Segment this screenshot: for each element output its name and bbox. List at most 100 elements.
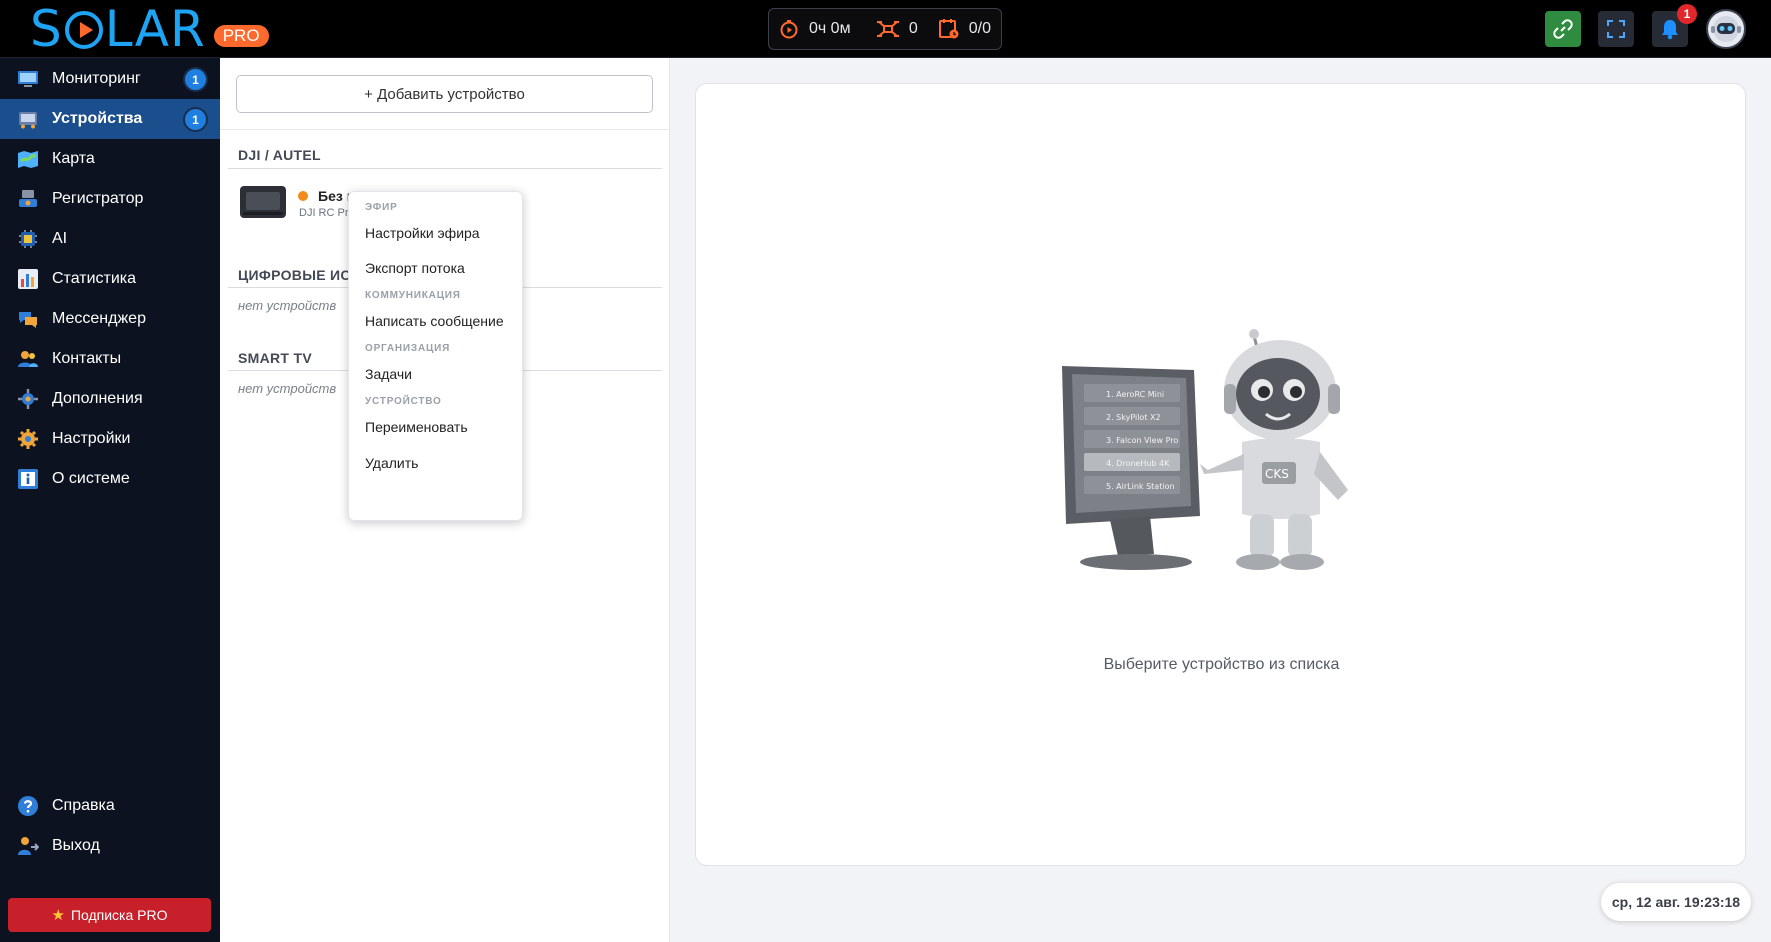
sidebar-item-about[interactable]: О системе	[0, 459, 220, 499]
sidebar-item-settings[interactable]: Настройки	[0, 419, 220, 459]
sidebar-item-label: Мессенджер	[52, 310, 146, 327]
stat-tasks: 0/0	[938, 18, 991, 40]
bell-icon	[1662, 20, 1678, 40]
sidebar-item-label: Контакты	[52, 350, 122, 367]
sidebar-item-monitoring[interactable]: Мониторинг 1	[0, 59, 220, 99]
empty-smarttv: нет устройств	[238, 381, 337, 396]
menu-item-tasks[interactable]: Задачи	[365, 366, 412, 382]
ai-chip-icon	[19, 230, 37, 248]
stats-chart-icon	[18, 269, 38, 289]
sidebar: Мониторинг 1 Устройства 1 Карта Регистра…	[0, 58, 220, 942]
subscribe-pro-button[interactable]: ★ Подписка PRO	[8, 898, 211, 932]
menu-item-send-message[interactable]: Написать сообщение	[365, 313, 504, 329]
app-logo[interactable]: S LAR PRO	[30, 0, 269, 58]
sidebar-item-label: Устройства	[52, 110, 143, 127]
menu-item-delete[interactable]: Удалить	[365, 455, 418, 471]
drone-icon	[876, 21, 899, 37]
illu-list-item-3: 3. Falcon View Pro	[1106, 436, 1178, 445]
sidebar-item-label: AI	[52, 230, 68, 247]
device-model: DJI RC Pr	[299, 207, 349, 219]
divider	[220, 129, 670, 130]
stat-tasks-value: 0/0	[968, 20, 991, 37]
device-context-menu: ЭФИР Настройки эфира Экспорт потока КОММ…	[348, 191, 523, 521]
sidebar-item-label: Дополнения	[52, 390, 143, 407]
calendar-clock-icon	[938, 19, 959, 39]
robot-avatar-icon	[1711, 16, 1741, 42]
illu-list-item-2: 2. SkyPilot X2	[1106, 413, 1161, 422]
subscribe-pro-label: Подписка PRO	[70, 907, 168, 923]
logo-pro-badge: PRO	[213, 25, 269, 47]
sidebar-item-map[interactable]: Карта	[0, 139, 220, 179]
session-stats: 0ч 0м 0 0/0	[768, 8, 1002, 50]
menu-section-broadcast: ЭФИР	[365, 202, 398, 213]
contacts-icon	[18, 351, 38, 367]
menu-section-communication: КОММУНИКАЦИЯ	[365, 290, 461, 301]
main-area: 1. AeroRC Mini 2. SkyPilot X2 3. Falcon …	[670, 58, 1771, 942]
sidebar-item-addons[interactable]: Дополнения	[0, 379, 220, 419]
logo-play-icon	[64, 11, 103, 49]
sidebar-item-recorder[interactable]: Регистратор	[0, 179, 220, 219]
current-datetime: ср, 12 авг. 19:23:18	[1601, 883, 1751, 921]
devices-icon	[19, 112, 37, 129]
sidebar-item-label: Выход	[52, 837, 100, 854]
menu-item-rename[interactable]: Переименовать	[365, 419, 468, 435]
menu-item-broadcast-settings[interactable]: Настройки эфира	[365, 225, 480, 241]
sidebar-item-devices[interactable]: Устройства 1	[0, 99, 220, 139]
status-dot	[298, 191, 308, 201]
add-device-button[interactable]: + Добавить устройство	[236, 75, 653, 113]
illu-list-item-4: 4. DroneHub 4K	[1106, 459, 1170, 468]
logout-icon	[18, 837, 39, 855]
top-bar: S LAR PRO 0ч 0м 0 0/0 1	[0, 0, 1771, 58]
menu-section-device: УСТРОЙСТВО	[365, 396, 442, 407]
sidebar-item-label: Статистика	[52, 270, 137, 287]
illu-list-item-5: 5. AirLink Station	[1106, 482, 1175, 491]
group-title-smarttv: SMART TV	[238, 350, 312, 366]
stat-timer: 0ч 0м	[779, 19, 877, 39]
group-title-digital: ЦИФРОВЫЕ ИСТ	[238, 267, 360, 283]
select-device-placeholder: Выберите устройство из списка	[1103, 656, 1340, 673]
help-icon	[18, 796, 38, 816]
share-link-button[interactable]	[1545, 11, 1581, 47]
robot-chest-label: CKS	[1265, 467, 1289, 481]
monitor-icon	[18, 71, 38, 87]
fullscreen-button[interactable]	[1598, 11, 1634, 47]
settings-gear-icon	[18, 429, 38, 449]
group-title-dji: DJI / AUTEL	[238, 147, 321, 163]
fullscreen-icon	[1607, 20, 1625, 38]
sidebar-item-label: Справка	[52, 797, 115, 814]
sidebar-item-label: Настройки	[52, 430, 131, 447]
menu-section-organization: ОРГАНИЗАЦИЯ	[365, 343, 451, 354]
sidebar-badge-monitoring: 1	[185, 69, 206, 90]
notifications-badge: 1	[1677, 4, 1697, 24]
sidebar-item-label: Мониторинг	[52, 70, 141, 87]
sidebar-item-logout[interactable]: Выход	[0, 826, 220, 866]
sidebar-item-label: О системе	[52, 470, 130, 487]
addons-icon	[18, 389, 38, 409]
timer-icon	[780, 20, 798, 39]
stat-drones: 0	[876, 19, 939, 39]
stat-timer-value: 0ч 0м	[809, 20, 851, 37]
sidebar-item-label: Карта	[52, 150, 95, 167]
stat-drones-value: 0	[908, 20, 918, 37]
rc-controller-icon	[240, 186, 286, 218]
sidebar-item-contacts[interactable]: Контакты	[0, 339, 220, 379]
sidebar-item-label: Регистратор	[52, 190, 144, 207]
link-icon	[1553, 19, 1573, 39]
sidebar-item-ai[interactable]: AI	[0, 219, 220, 259]
illu-list-item-1: 1. AeroRC Mini	[1106, 390, 1164, 399]
map-icon	[18, 151, 38, 168]
star-icon: ★	[51, 907, 65, 924]
logo-text: S LAR	[30, 0, 206, 58]
user-avatar[interactable]	[1706, 9, 1746, 49]
info-icon	[18, 469, 38, 489]
recorder-icon	[19, 190, 37, 207]
empty-digital: нет устройств	[238, 298, 337, 313]
sidebar-item-statistics[interactable]: Статистика	[0, 259, 220, 299]
sidebar-item-messenger[interactable]: Мессенджер	[0, 299, 220, 339]
menu-item-export-stream[interactable]: Экспорт потока	[365, 260, 465, 276]
sidebar-item-help[interactable]: Справка	[0, 786, 220, 826]
robot-illustration: 1. AeroRC Mini 2. SkyPilot X2 3. Falcon …	[1062, 329, 1348, 570]
device-details-card: 1. AeroRC Mini 2. SkyPilot X2 3. Falcon …	[695, 83, 1746, 866]
messenger-icon	[19, 312, 37, 328]
sidebar-badge-devices: 1	[185, 109, 206, 130]
